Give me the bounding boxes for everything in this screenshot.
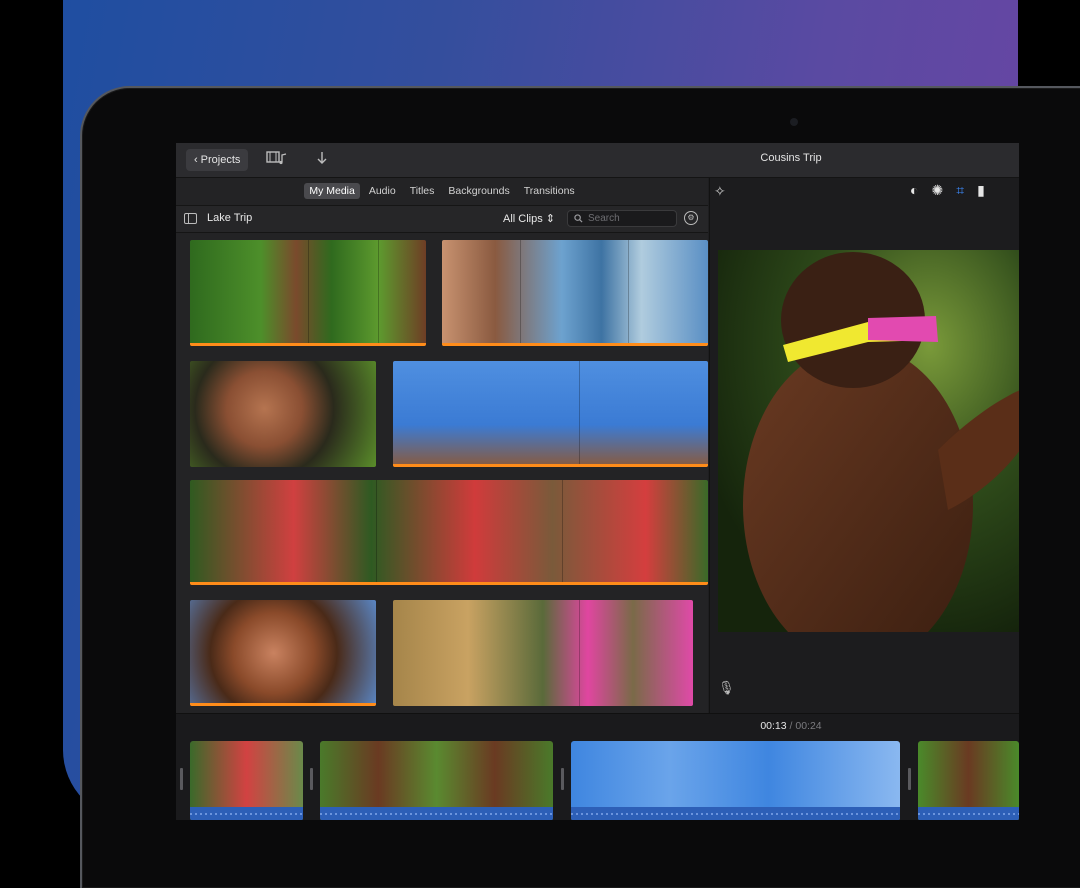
magic-wand-icon[interactable]: ✧ [714,183,726,200]
preview-frame [718,250,1019,632]
palette-icon[interactable]: ✺ [931,182,943,199]
projects-button-label: Projects [200,154,241,166]
camera-icon [790,118,798,126]
browser-tabs: My Media Audio Titles Backgrounds Transi… [176,178,708,204]
audio-waveform [320,807,553,820]
clip-used-marker [190,582,708,585]
search-placeholder: Search [588,213,620,224]
clip-thumbnail[interactable] [190,480,708,585]
clip-used-marker [190,343,426,346]
timeline-clip[interactable] [571,741,900,820]
total-time: 00:24 [795,720,822,732]
clip-filter-select[interactable]: All Clips ⇕ [503,212,555,225]
film-music-icon[interactable] [266,150,288,169]
clip-thumbnail[interactable] [190,600,376,706]
chevron-left-icon: ‹ [194,154,198,166]
trim-handle[interactable] [561,768,564,790]
download-arrow-icon[interactable] [316,150,328,169]
clip-grid [190,240,710,710]
toolbar: ‹ Projects Cousins Trip [176,143,1019,178]
timeline-clip[interactable] [190,741,303,820]
clip-thumbnail[interactable] [393,361,708,467]
timeline-clip[interactable] [918,741,1019,820]
window-title: Cousins Trip [760,152,822,164]
clip-thumbnail[interactable] [190,240,426,346]
audio-waveform [190,807,303,820]
search-icon [574,214,583,223]
updown-chevron-icon: ⇕ [545,213,556,225]
trim-handle[interactable] [908,768,911,790]
timecode: 00:13 / 00:24 [716,720,866,732]
color-balance-icon[interactable]: ◐ [910,182,918,199]
timeline-clip[interactable] [320,741,553,820]
gear-icon[interactable]: ⚙ [684,211,698,225]
sidebar-toggle-icon[interactable] [184,213,197,224]
tab-audio[interactable]: Audio [364,183,401,199]
clip-thumbnail[interactable] [442,240,708,346]
viewer-pane: ✧ ◐ ✺ ⌗ ▮ 🎙 [709,178,1019,713]
video-preview [718,250,1019,632]
clip-used-marker [190,703,376,706]
tab-backgrounds[interactable]: Backgrounds [443,183,514,199]
video-camera-icon[interactable]: ▮ [977,182,985,199]
library-bar: Lake Trip All Clips ⇕ Search ⚙ [176,205,708,233]
time-separator: / [789,720,793,732]
viewer-tools: ◐ ✺ ⌗ ▮ [910,182,985,199]
clip-filter-label: All Clips [503,213,543,225]
trim-handle[interactable] [310,768,313,790]
clip-thumbnail[interactable] [393,600,693,706]
audio-waveform [918,807,1019,820]
timeline: 00:13 / 00:24 [176,713,1019,820]
search-input[interactable]: Search [567,210,677,227]
tab-transitions[interactable]: Transitions [519,183,580,199]
tab-my-media[interactable]: My Media [304,183,360,199]
tab-titles[interactable]: Titles [405,183,440,199]
crop-icon[interactable]: ⌗ [956,182,964,199]
imovie-window: ‹ Projects Cousins Trip My Media Audio T… [176,143,1019,820]
current-time: 00:13 [760,720,787,732]
media-browser: My Media Audio Titles Backgrounds Transi… [176,178,708,713]
projects-button[interactable]: ‹ Projects [186,149,249,171]
clip-thumbnail[interactable] [190,361,376,467]
clip-used-marker [442,343,708,346]
trim-handle[interactable] [180,768,183,790]
audio-waveform [571,807,900,820]
library-name: Lake Trip [207,212,253,224]
microphone-icon[interactable]: 🎙 [718,680,735,696]
clip-used-marker [393,464,708,467]
